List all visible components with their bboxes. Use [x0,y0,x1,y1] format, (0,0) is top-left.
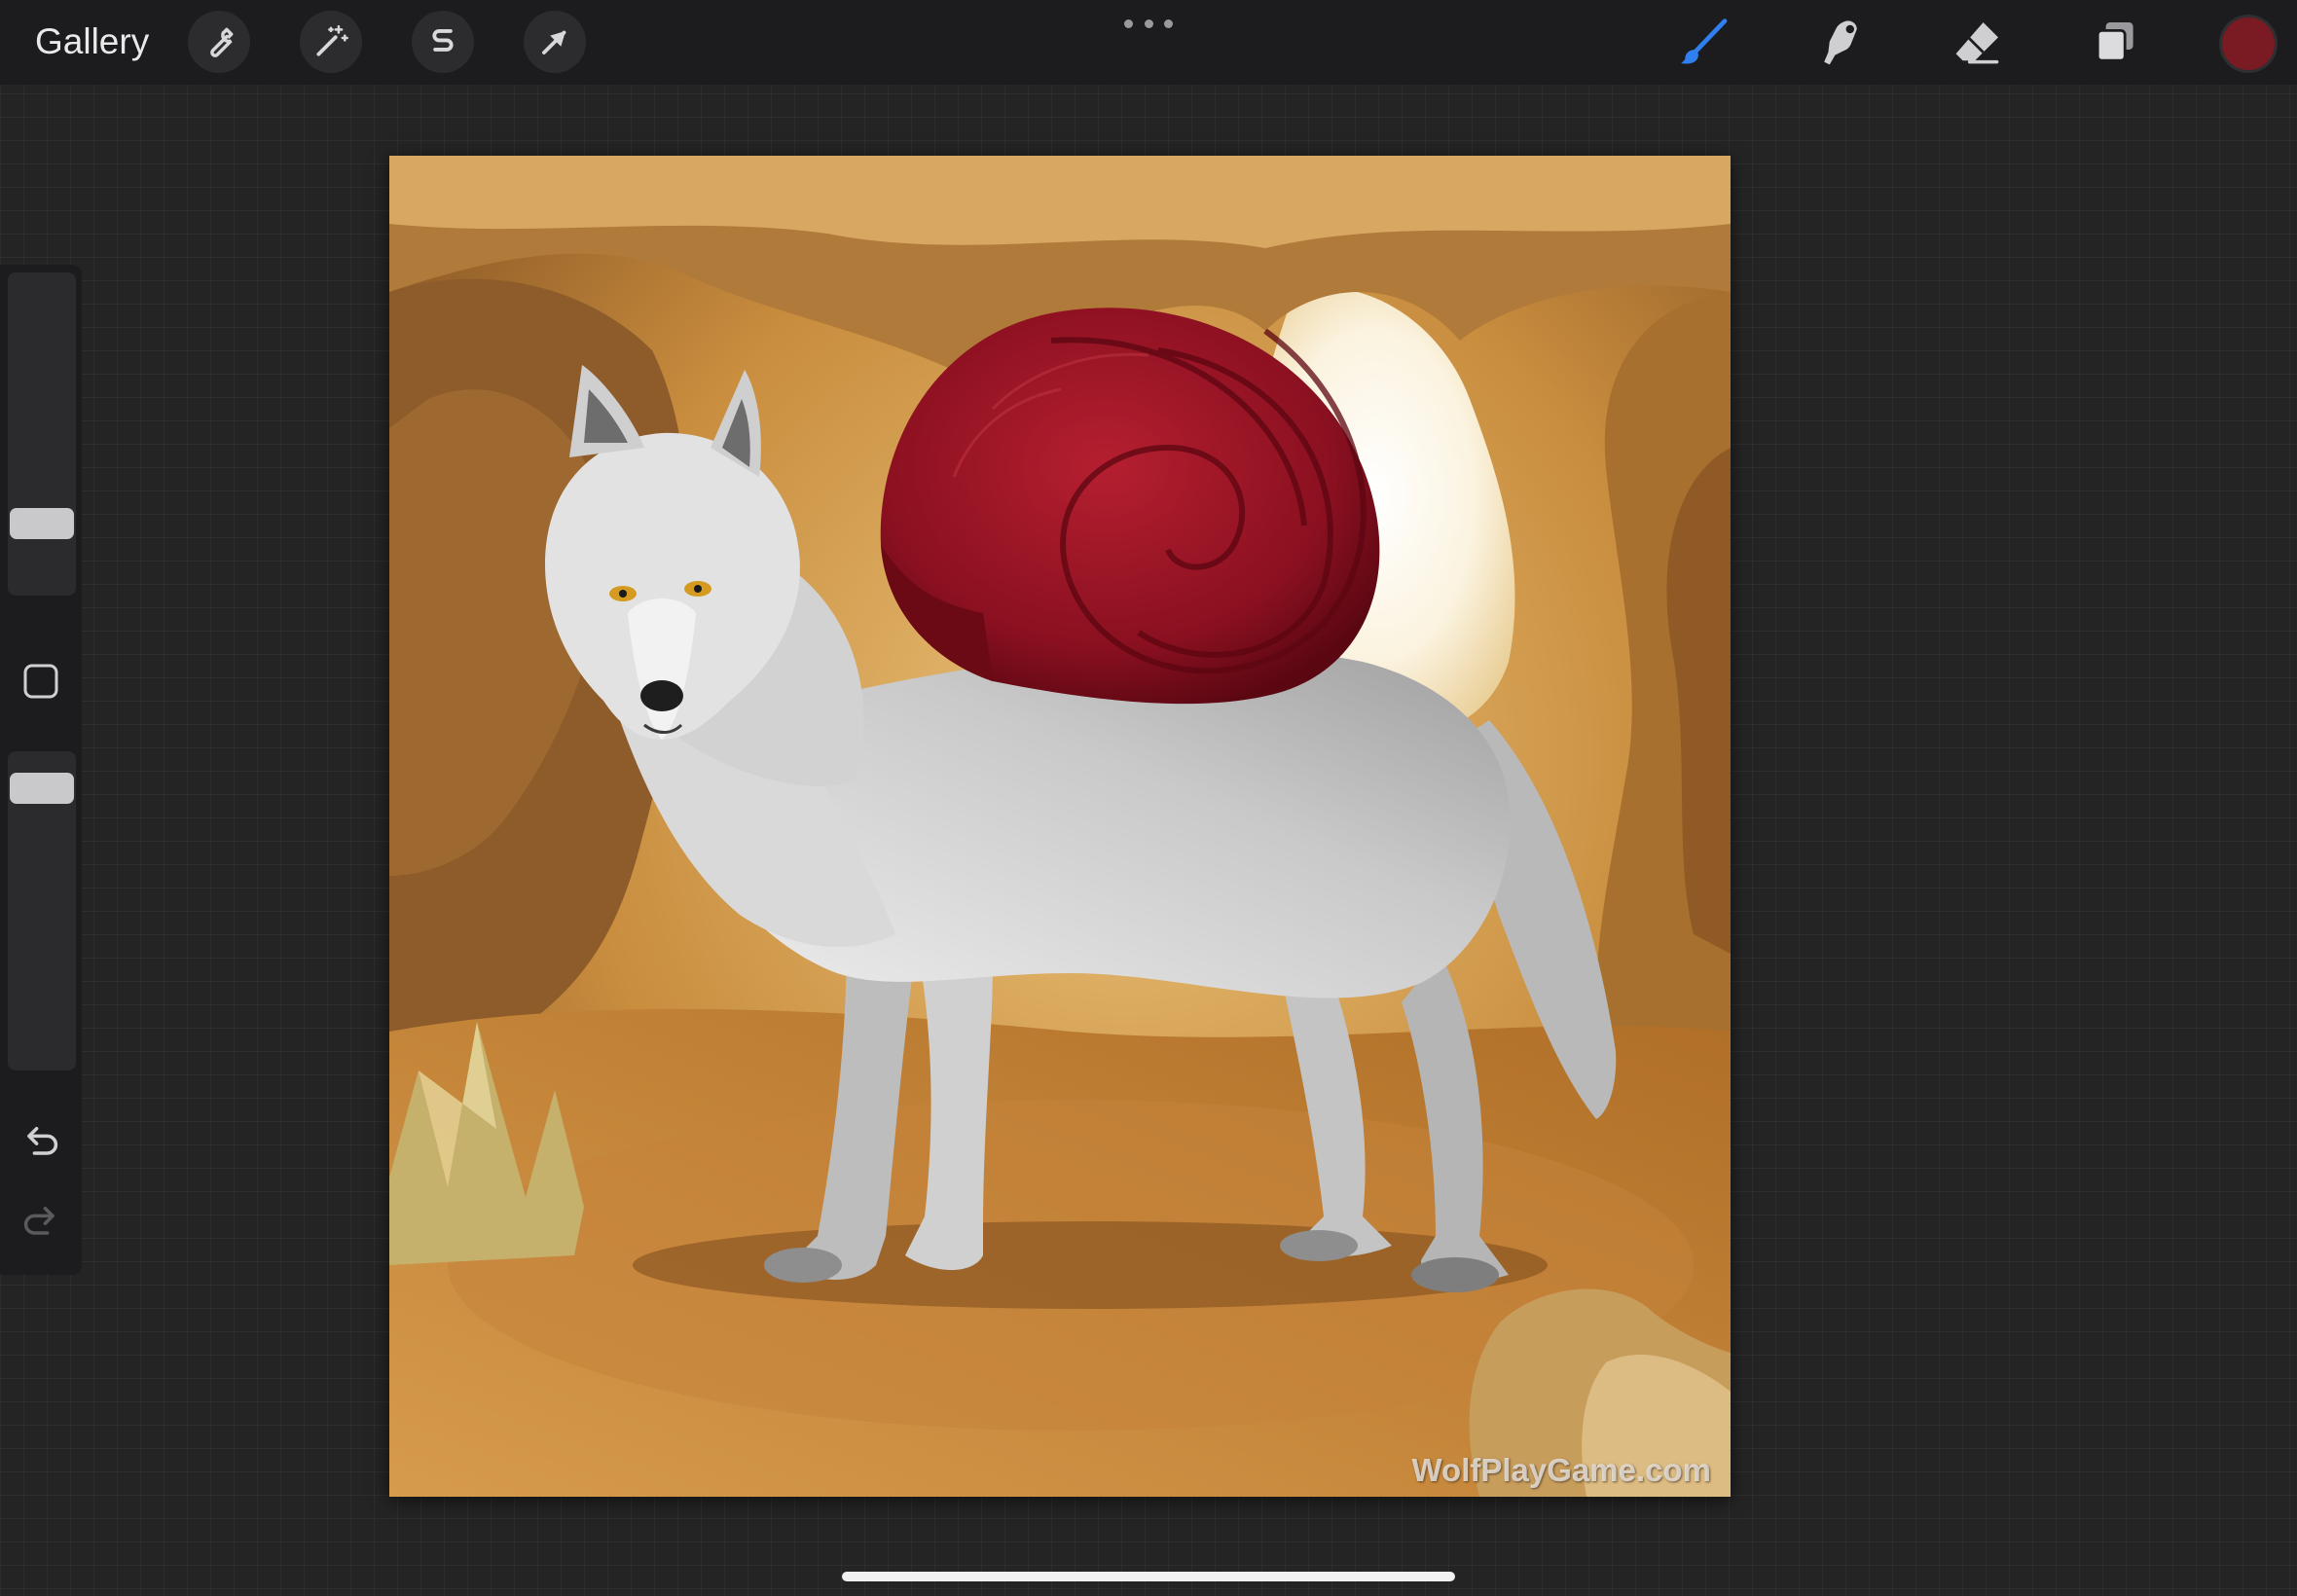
brush-tool-button[interactable] [1674,13,1734,73]
brush-size-slider[interactable] [8,272,76,596]
layers-button[interactable] [2084,13,2144,73]
undo-icon[interactable] [19,1121,62,1164]
top-toolbar: Gallery [0,0,2297,85]
actions-button[interactable] [188,11,250,73]
gallery-button[interactable]: Gallery [35,19,149,64]
opacity-thumb[interactable] [10,773,74,805]
wrench-icon [210,27,234,57]
selection-button[interactable] [412,11,474,73]
arrow-cursor-icon [542,30,566,54]
magic-wand-icon [316,24,348,56]
artwork-image [389,156,1731,1497]
layers-icon [2096,22,2133,62]
left-sidebar [0,265,82,1275]
opacity-slider[interactable] [8,751,76,1070]
smudge-tool-button[interactable] [1810,13,1871,73]
transform-button[interactable] [524,11,586,73]
redo-icon[interactable] [19,1201,62,1244]
color-picker-button[interactable] [2222,18,2275,70]
square-modify-icon[interactable] [21,662,60,701]
eraser-icon [1955,22,1999,64]
ellipsis-icon[interactable] [1124,14,1173,33]
watermark-text: WolfPlayGame.com [1411,1452,1712,1488]
brush-size-thumb[interactable] [10,507,74,539]
adjustments-button[interactable] [300,11,362,73]
brush-icon [1681,18,1728,64]
smudge-finger-icon [1824,20,1857,65]
selection-s-icon [432,29,454,52]
eraser-tool-button[interactable] [1948,13,2008,73]
drawing-canvas[interactable]: WolfPlayGame.com [389,156,1731,1497]
home-indicator[interactable] [842,1572,1455,1581]
